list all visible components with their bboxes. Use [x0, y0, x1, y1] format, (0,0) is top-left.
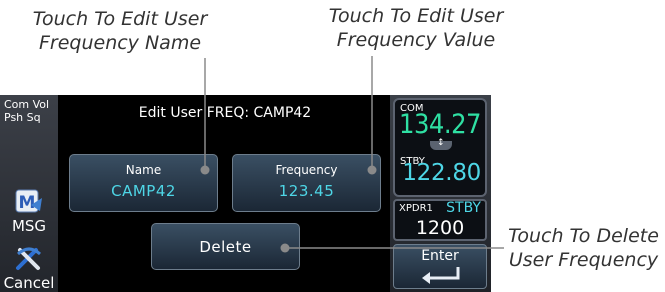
callout-leader-lines — [200, 56, 504, 253]
